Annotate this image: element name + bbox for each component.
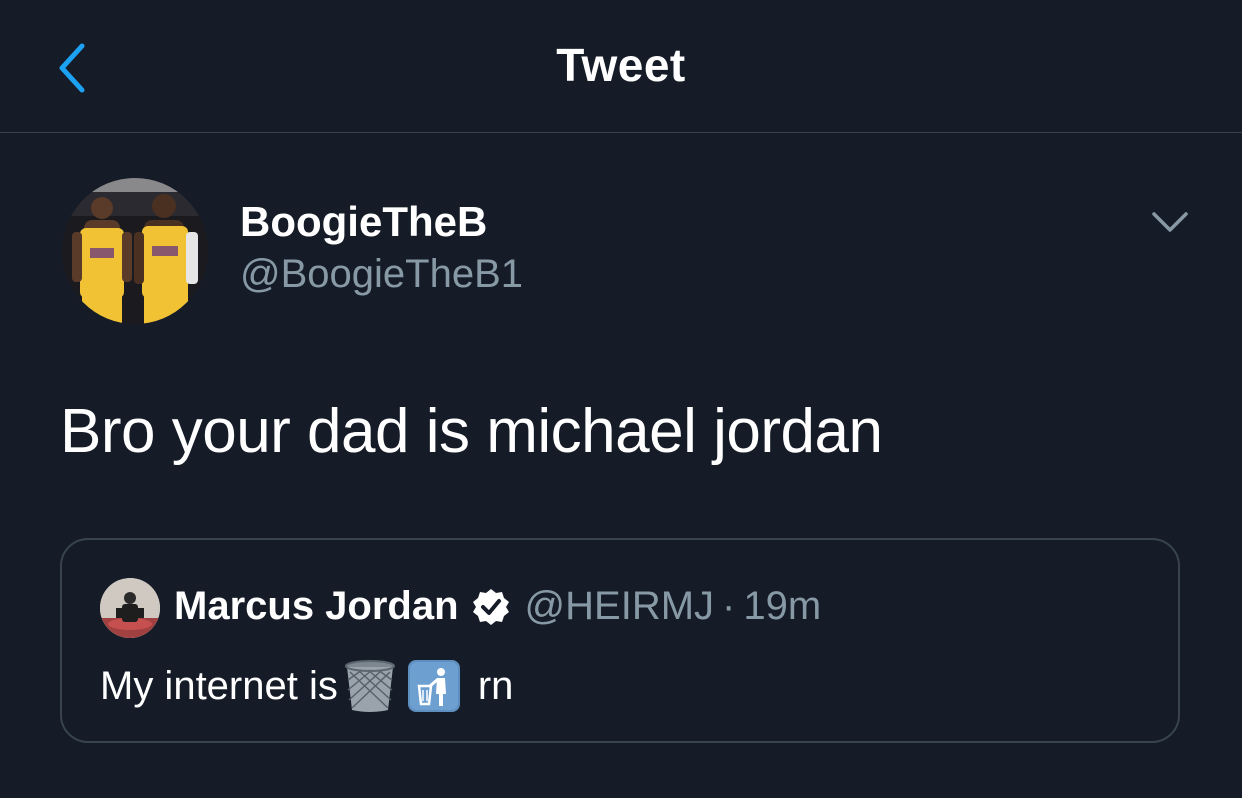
- chevron-down-icon: [1152, 212, 1188, 232]
- quoted-tweet-text: My internet is rn: [100, 658, 513, 714]
- tweet-text: Bro your dad is michael jordan: [60, 397, 883, 466]
- separator-dot: ·: [722, 584, 736, 628]
- quoted-tweet-header: Marcus Jordan @HEIRMJ · 19m: [174, 584, 821, 629]
- page-title: Tweet: [556, 39, 686, 91]
- quoted-avatar-image: [100, 578, 160, 638]
- quoted-text-after: rn: [477, 663, 514, 708]
- quoted-tweet-timestamp: 19m: [743, 584, 822, 628]
- put-litter-in-its-place-emoji-icon: [407, 660, 460, 712]
- author-avatar[interactable]: [62, 178, 208, 324]
- tweet-menu-button[interactable]: [1148, 200, 1192, 244]
- tweet-detail-screen: Tweet BoogieTheB @BoogieTheB1 Bro your d…: [0, 0, 1242, 798]
- author-name[interactable]: BoogieTheB: [240, 198, 487, 246]
- wastebasket-emoji-icon: [344, 660, 395, 712]
- author-handle[interactable]: @BoogieTheB1: [240, 252, 523, 297]
- quoted-text-before: My internet is: [100, 663, 338, 708]
- top-bar: Tweet: [0, 0, 1242, 133]
- verified-badge-icon: [472, 588, 509, 625]
- quoted-author-name[interactable]: Marcus Jordan: [174, 584, 459, 629]
- quoted-tweet-card[interactable]: Marcus Jordan @HEIRMJ · 19m My internet …: [60, 538, 1180, 743]
- quoted-author-avatar[interactable]: [100, 578, 160, 638]
- avatar-image: [62, 178, 208, 324]
- quoted-author-handle[interactable]: @HEIRMJ: [525, 584, 715, 629]
